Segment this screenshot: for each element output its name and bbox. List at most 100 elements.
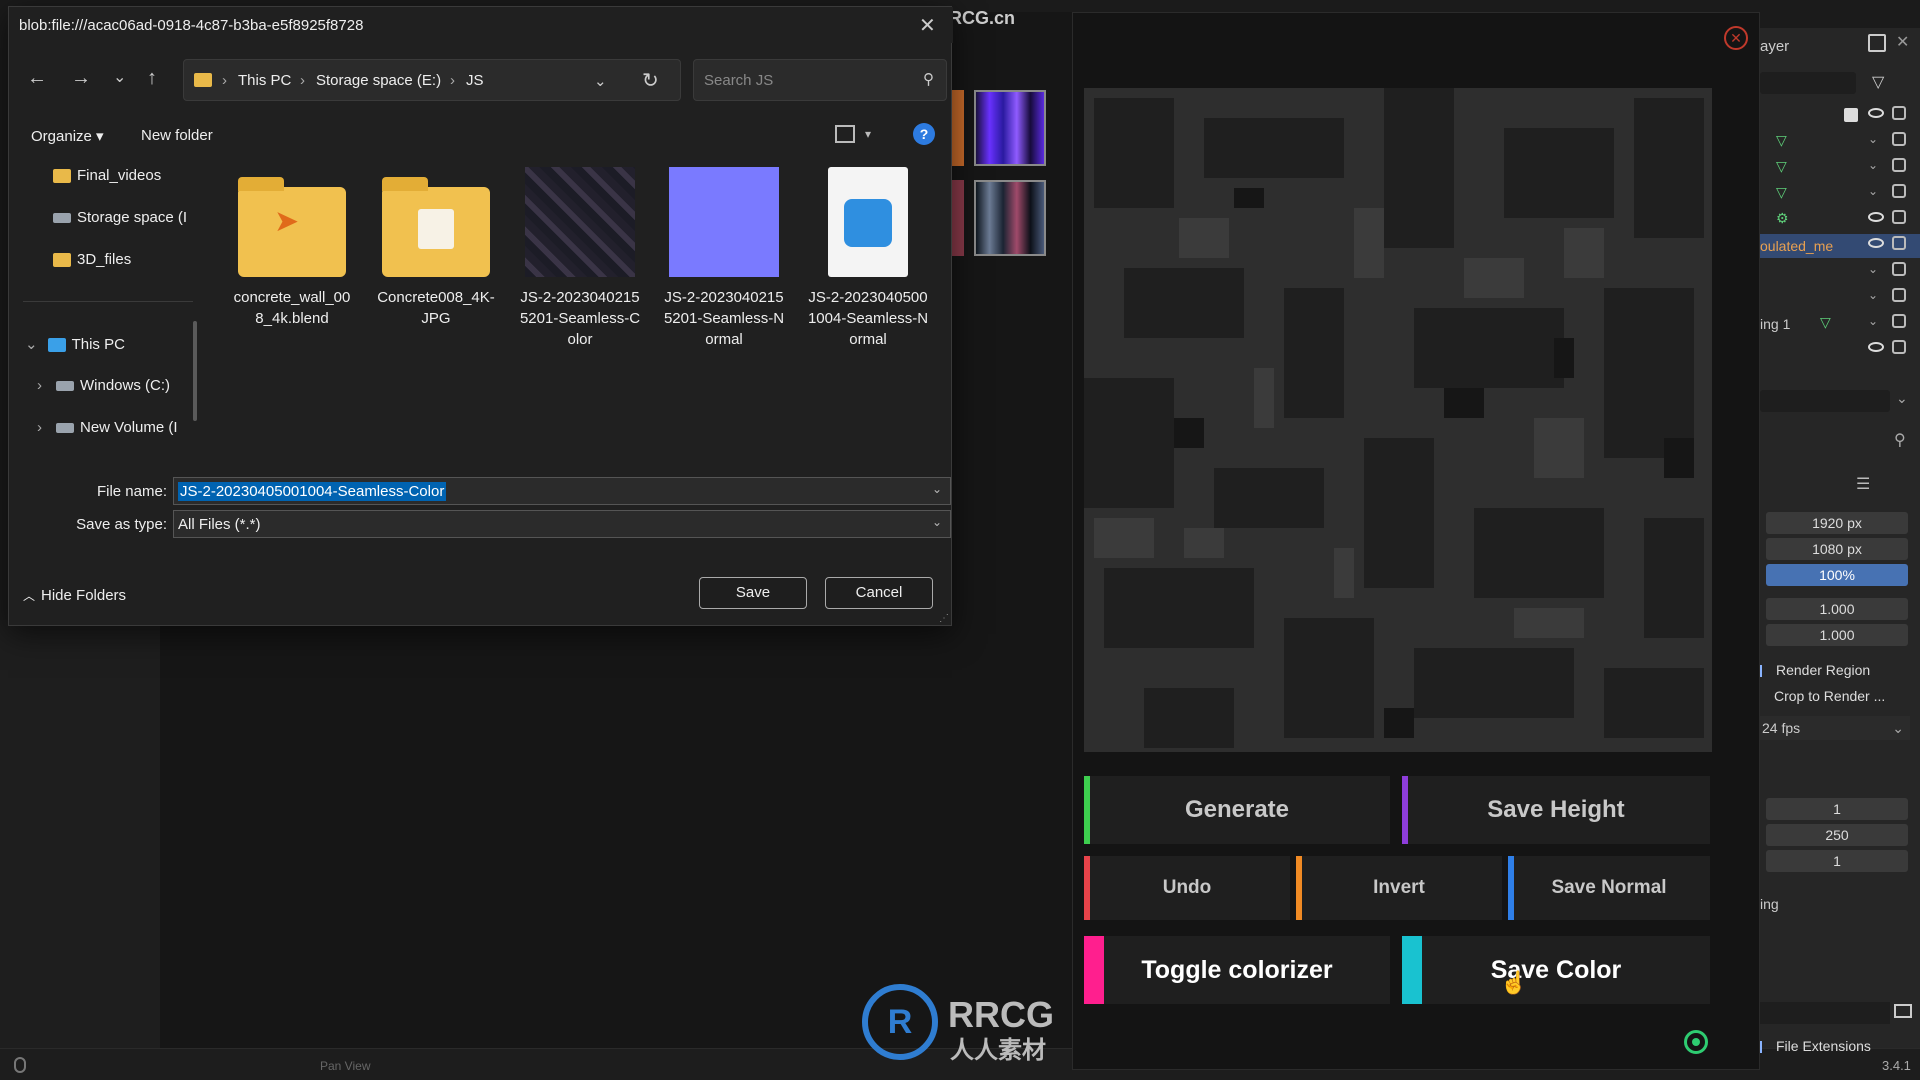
search-input[interactable]: Search JS ⚲ (693, 59, 947, 101)
outliner-row[interactable]: ⌄ (1760, 260, 1920, 284)
outliner-row[interactable]: ing 1 ▽ ⌄ (1760, 312, 1920, 336)
frame-step-field[interactable]: 1 (1766, 850, 1908, 872)
camera-icon[interactable] (1892, 132, 1906, 146)
nav-item-windows[interactable]: › Windows (C:) (37, 377, 170, 407)
resize-grip-icon[interactable]: ⋰ (939, 613, 949, 624)
eye-icon[interactable] (1868, 108, 1884, 118)
resolution-percent-field[interactable]: 100% (1766, 564, 1908, 586)
camera-icon[interactable] (1892, 314, 1906, 328)
chevron-down-icon[interactable]: ⌄ (1896, 390, 1908, 407)
frame-end-field[interactable]: 250 (1766, 824, 1908, 846)
undo-button[interactable]: Undo (1084, 856, 1290, 920)
camera-icon[interactable] (1892, 236, 1906, 250)
chevron-down-icon[interactable]: ⌄ (594, 72, 607, 90)
properties-search[interactable] (1760, 390, 1890, 412)
chevron-right-icon[interactable]: › (37, 377, 42, 394)
nav-item-this-pc[interactable]: ⌄ This PC (25, 335, 125, 365)
file-item[interactable]: JS-2-2023040500 1004-Seamless-N ormal (799, 167, 937, 350)
view-options-icon[interactable] (835, 125, 855, 143)
file-extensions-checkbox[interactable]: File Extensions (1760, 1038, 1871, 1054)
address-bar[interactable]: › This PC › Storage space (E:) › JS ⌄ ↻ (183, 59, 681, 101)
chevron-down-icon[interactable]: ⌄ (1868, 314, 1878, 328)
breadcrumb-js[interactable]: JS (466, 72, 484, 89)
file-item[interactable]: ➤ concrete_wall_00 8_4k.blend (223, 167, 361, 329)
chevron-down-icon[interactable]: ⌄ (932, 515, 942, 529)
invert-button[interactable]: Invert (1296, 856, 1502, 920)
chevron-down-icon[interactable]: ⌄ (1868, 262, 1878, 276)
fps-select[interactable]: 24 fps ⌄ (1760, 716, 1910, 740)
outliner-row[interactable] (1760, 338, 1920, 362)
aspect-y-field[interactable]: 1.000 (1766, 624, 1908, 646)
close-icon[interactable]: ✕ (1724, 26, 1748, 50)
render-region-checkbox[interactable]: Render Region (1760, 662, 1870, 678)
file-item[interactable]: Concrete008_4K- JPG (367, 167, 505, 329)
chevron-right-icon[interactable]: › (37, 419, 42, 436)
camera-icon[interactable] (1892, 210, 1906, 224)
eye-icon[interactable] (1868, 342, 1884, 352)
chevron-down-icon[interactable]: ▾ (865, 127, 871, 141)
hide-folders-toggle[interactable]: ︿ Hide Folders (23, 587, 126, 604)
save-button[interactable]: Save (699, 577, 807, 609)
organize-menu[interactable]: Organize ▾ (31, 127, 104, 145)
folder-icon[interactable] (1894, 1004, 1912, 1018)
swatch-steel[interactable] (974, 180, 1046, 256)
chevron-down-icon[interactable]: ⌄ (1868, 184, 1878, 198)
camera-icon[interactable] (1892, 158, 1906, 172)
file-item[interactable]: JS-2-2023040215 5201-Seamless-N ormal (655, 167, 793, 350)
file-name-input[interactable]: JS-2-20230405001004-Seamless-Color ⌄ (173, 477, 951, 505)
breadcrumb-storage[interactable]: Storage space (E:) (316, 72, 441, 89)
crop-to-render-checkbox[interactable]: Crop to Render ... (1774, 688, 1885, 704)
resolution-x-field[interactable]: 1920 px (1766, 512, 1908, 534)
outliner-row[interactable]: ▽ ⌄ (1760, 130, 1920, 154)
outliner-row[interactable]: ⚙ (1760, 208, 1920, 232)
back-arrow-icon[interactable]: ← (27, 67, 47, 90)
forward-arrow-icon[interactable]: → (71, 67, 91, 90)
eye-icon[interactable] (1868, 212, 1884, 222)
outliner-row[interactable]: ⌄ (1760, 286, 1920, 310)
close-icon[interactable]: ✕ (919, 13, 936, 38)
up-arrow-icon[interactable]: ↑ (147, 67, 157, 90)
chevron-down-icon[interactable]: ⌄ (1868, 288, 1878, 302)
save-type-select[interactable]: All Files (*.*) ⌄ (173, 510, 951, 538)
save-height-button[interactable]: Save Height (1402, 776, 1710, 844)
outliner-row[interactable] (1760, 104, 1920, 128)
help-icon[interactable]: ? (913, 123, 935, 145)
new-folder-button[interactable]: New folder (141, 127, 213, 144)
camera-icon[interactable] (1892, 262, 1906, 276)
camera-icon[interactable] (1892, 288, 1906, 302)
resolution-y-field[interactable]: 1080 px (1766, 538, 1908, 560)
checkbox-icon[interactable] (1844, 108, 1858, 122)
recent-locations-icon[interactable]: ⌄ (113, 67, 126, 87)
breadcrumb-this-pc[interactable]: This PC (238, 72, 291, 89)
refresh-icon[interactable]: ↻ (642, 68, 659, 93)
toggle-colorizer-button[interactable]: Toggle colorizer (1084, 936, 1390, 1004)
swatch-purple[interactable] (974, 90, 1046, 166)
save-color-button[interactable]: Save Color (1402, 936, 1710, 1004)
file-item[interactable]: JS-2-2023040215 5201-Seamless-C olor (511, 167, 649, 350)
chevron-down-icon[interactable]: ⌄ (25, 336, 38, 353)
outliner-search[interactable] (1760, 72, 1856, 94)
generate-button[interactable]: Generate (1084, 776, 1390, 844)
list-icon[interactable]: ☰ (1856, 474, 1870, 494)
outliner-row-selected[interactable]: oulated_me (1760, 234, 1920, 258)
nav-item-new-volume[interactable]: › New Volume (I (37, 419, 178, 449)
scrollbar[interactable] (193, 321, 197, 421)
chevron-down-icon[interactable]: ⌄ (932, 482, 942, 496)
frame-start-field[interactable]: 1 (1766, 798, 1908, 820)
output-path-field[interactable] (1760, 1002, 1890, 1024)
camera-icon[interactable] (1892, 106, 1906, 120)
filter-icon[interactable]: ▽ (1872, 72, 1884, 92)
swatch-orange[interactable] (952, 90, 964, 166)
close-icon[interactable]: ✕ (1896, 32, 1909, 52)
aspect-x-field[interactable]: 1.000 (1766, 598, 1908, 620)
copy-icon[interactable] (1868, 34, 1886, 52)
nav-item-final-videos[interactable]: Final_videos (53, 167, 161, 197)
camera-icon[interactable] (1892, 340, 1906, 354)
outliner-row[interactable]: ▽ ⌄ (1760, 156, 1920, 180)
pin-icon[interactable]: ⚲ (1894, 430, 1906, 450)
swatch-red[interactable] (952, 180, 964, 256)
nav-item-storage[interactable]: Storage space (I (53, 209, 187, 239)
chevron-down-icon[interactable]: ⌄ (1868, 158, 1878, 172)
cancel-button[interactable]: Cancel (825, 577, 933, 609)
eye-icon[interactable] (1868, 238, 1884, 248)
